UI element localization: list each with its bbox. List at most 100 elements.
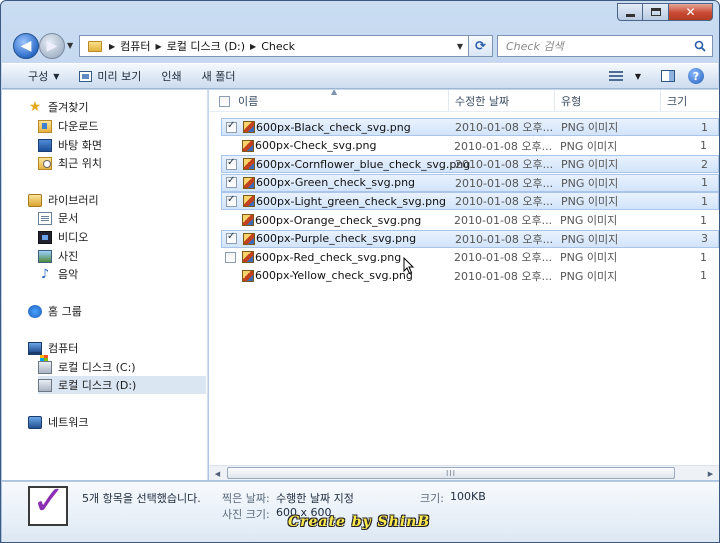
search-icon[interactable] [694, 40, 706, 52]
breadcrumb-drive-d[interactable]: 로컬 디스크 (D:) [163, 38, 249, 54]
pictures-icon [38, 249, 52, 263]
nav-computer[interactable]: 컴퓨터 [28, 339, 232, 357]
file-size: 1 [701, 120, 708, 134]
desktop-icon [38, 138, 52, 152]
column-date[interactable]: 수정한 날짜 [449, 90, 555, 112]
file-checkbox[interactable] [226, 194, 237, 207]
nav-network-label: 네트워크 [48, 416, 89, 429]
file-name: 600px-Check_svg.png [255, 139, 377, 153]
preview-pane-icon [661, 70, 675, 82]
library-icon [28, 193, 42, 207]
file-checkbox[interactable] [226, 157, 237, 170]
column-size[interactable]: 크기 [661, 90, 719, 112]
organize-label: 구성 [28, 70, 49, 83]
breadcrumb-check[interactable]: Check [257, 40, 299, 53]
file-size: 1 [700, 250, 707, 264]
breadcrumb-separator[interactable]: ▶ [155, 42, 163, 51]
column-date-label: 수정한 날짜 [455, 95, 510, 108]
file-row[interactable]: 600px-Cornflower_blue_check_svg.png2010-… [221, 155, 719, 174]
documents-icon [38, 211, 52, 225]
back-button[interactable]: ◀ [13, 33, 39, 59]
file-row[interactable]: 600px-Red_check_svg.png 2010-01-08 오후... P… [221, 248, 719, 266]
nav-libraries[interactable]: 라이브러리 [28, 191, 232, 209]
horizontal-scrollbar[interactable]: ◀ III ▶ [209, 465, 719, 480]
new-folder-button[interactable]: 새 폴더 [192, 65, 246, 87]
column-name[interactable]: 이름 ▲ [209, 90, 449, 112]
search-placeholder: Check 검색 [506, 40, 564, 53]
file-date: 2010-01-08 오후... [455, 121, 554, 134]
file-checkbox[interactable] [226, 120, 237, 133]
date-taken-value[interactable]: 수행한 날짜 지정 [276, 490, 354, 506]
file-row[interactable]: 600px-Check_svg.png 2010-01-08 오후... PNG 이… [221, 137, 719, 155]
minimize-button[interactable] [617, 3, 643, 21]
organize-menu[interactable]: 구성 ▼ [18, 65, 69, 87]
refresh-button[interactable]: ⟳ [469, 35, 493, 57]
file-row[interactable]: 600px-Orange_check_svg.png 2010-01-08 오후.… [221, 211, 719, 229]
help-button[interactable]: ? [682, 65, 710, 87]
address-bar[interactable]: ▶ 컴퓨터 ▶ 로컬 디스크 (D:) ▶ Check ▼ [79, 35, 469, 57]
column-type[interactable]: 유형 [555, 90, 661, 112]
png-file-icon [243, 176, 255, 189]
file-name: 600px-Yellow_check_svg.png [255, 269, 413, 283]
print-label: 인쇄 [161, 70, 182, 83]
nav-favorites[interactable]: ★ 즐겨찾기 [28, 98, 232, 116]
forward-button[interactable]: ▶ [39, 33, 65, 59]
mouse-pointer-icon [403, 257, 415, 275]
file-date: 2010-01-08 오후... [455, 195, 554, 209]
nav-desktop-label: 바탕 화면 [58, 139, 102, 152]
breadcrumb-separator[interactable]: ▶ [249, 42, 257, 51]
file-checkbox[interactable] [226, 175, 237, 189]
print-button[interactable]: 인쇄 [151, 65, 191, 87]
png-file-icon [242, 269, 254, 282]
nav-drive-d-label: 로컬 디스크 (D:) [58, 379, 137, 392]
close-button[interactable]: ✕ [669, 3, 713, 21]
scroll-right-button[interactable]: ▶ [703, 467, 718, 480]
date-taken-label: 찍은 날짜: [222, 492, 270, 505]
nav-drive-d[interactable]: 로컬 디스크 (D:) [38, 376, 206, 394]
nav-libraries-label: 라이브러리 [48, 194, 99, 207]
file-size: 1 [700, 213, 707, 227]
preview-pane-button[interactable] [654, 65, 682, 87]
arrow-left-icon: ◀ [20, 38, 32, 54]
file-date: 2010-01-08 오후... [454, 251, 553, 265]
file-row[interactable]: 600px-Black_check_svg.png 2010-01-08 오후..… [221, 118, 719, 136]
size-label: 크기: [420, 492, 444, 505]
preview-button[interactable]: 미리 보기 [69, 65, 151, 87]
file-type: PNG 이미지 [561, 232, 619, 246]
breadcrumb-computer[interactable]: 컴퓨터 [116, 38, 154, 54]
file-size: 1 [700, 139, 707, 153]
recent-places-icon [38, 156, 52, 170]
homegroup-icon [28, 304, 42, 318]
file-checkbox[interactable] [226, 231, 237, 245]
recent-pages-dropdown[interactable]: ▼ [67, 41, 73, 50]
search-input[interactable]: Check 검색 [497, 35, 713, 57]
view-list-icon [609, 71, 623, 81]
nav-homegroup[interactable]: 홈 그룹 [28, 302, 232, 320]
command-bar: 구성 ▼ 미리 보기 인쇄 새 폴더 ▼ ? [2, 63, 718, 89]
png-file-icon [243, 232, 255, 245]
nav-documents-label: 문서 [58, 212, 79, 225]
file-checkbox[interactable] [225, 251, 236, 263]
file-date: 2010-01-08 오후... [455, 232, 554, 246]
file-type: PNG 이미지 [561, 176, 619, 190]
select-all-checkbox[interactable] [219, 95, 230, 107]
file-row[interactable]: 600px-Green_check_svg.png 2010-01-08 오후..… [221, 173, 719, 192]
file-row[interactable]: 600px-Purple_check_svg.png 2010-01-08 오후.… [221, 229, 719, 248]
file-date: 2010-01-08 오후... [454, 269, 553, 283]
change-view-button[interactable] [602, 65, 630, 87]
file-row[interactable]: 600px-Yellow_check_svg.png 2010-01-08 오후.… [221, 267, 719, 285]
column-header-row: 이름 ▲ 수정한 날짜 유형 크기 [209, 90, 719, 112]
png-file-icon [243, 195, 255, 208]
maximize-icon [650, 8, 661, 16]
file-size: 3 [701, 232, 708, 246]
scrollbar-thumb[interactable]: III [227, 467, 675, 479]
nav-network[interactable]: 네트워크 [28, 413, 232, 431]
scrollbar-grip: III [445, 468, 457, 478]
maximize-button[interactable] [643, 3, 669, 21]
address-dropdown-button[interactable]: ▼ [452, 42, 468, 51]
view-options-dropdown[interactable]: ▼ [630, 65, 646, 87]
file-row[interactable]: 600px-Light_green_check_svg.png 2010-01-0… [221, 192, 719, 211]
scroll-left-button[interactable]: ◀ [210, 467, 225, 480]
column-type-label: 유형 [561, 95, 582, 108]
breadcrumb-separator[interactable]: ▶ [108, 42, 116, 51]
